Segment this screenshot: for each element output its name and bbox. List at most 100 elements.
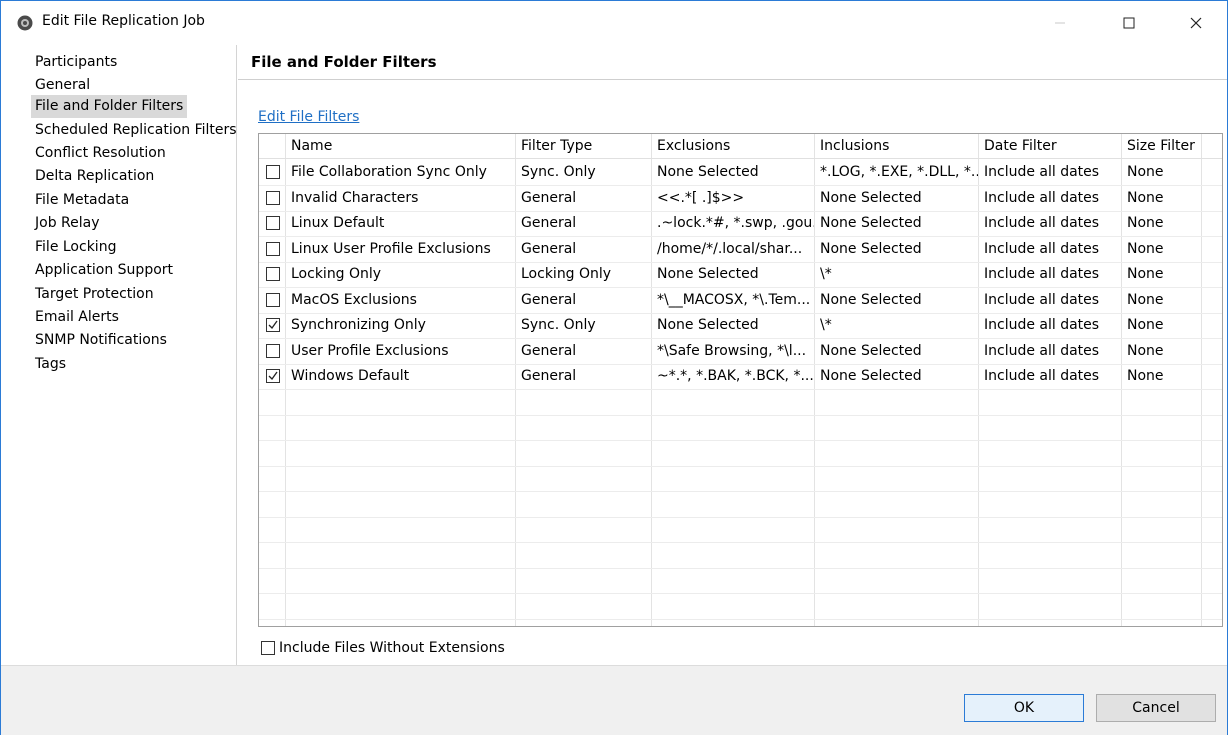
column-header-filter-type[interactable]: Filter Type [515, 134, 592, 159]
row-divider [259, 236, 1222, 237]
cell-exclusions: ~*.*, *.BAK, *.BCK, *.... [657, 368, 814, 384]
row-checkbox[interactable] [266, 369, 280, 383]
table-row[interactable]: MacOS Exclusions General *\__MACOSX, *\.Te… [259, 288, 1222, 313]
column-header-inclusions[interactable]: Inclusions [814, 134, 889, 159]
close-button[interactable] [1173, 1, 1219, 45]
row-divider [259, 491, 1222, 492]
cell-size-filter: None [1127, 266, 1164, 282]
row-checkbox[interactable] [266, 241, 280, 256]
column-header-exclusions[interactable]: Exclusions [651, 134, 730, 159]
row-divider [259, 389, 1222, 390]
row-checkbox[interactable] [266, 318, 280, 332]
sidebar-item-file-metadata[interactable]: File Metadata [31, 189, 133, 212]
sidebar-item-scheduled-replication-filters[interactable]: Scheduled Replication Filters [31, 119, 241, 142]
row-divider [259, 440, 1222, 441]
table-row[interactable]: Linux User Profile Exclusions General/hom… [259, 237, 1222, 262]
row-divider [259, 516, 1222, 518]
checkbox-label: Include Files Without Extensions [279, 640, 505, 656]
row-divider [259, 593, 1222, 594]
cell-date-filter: Include all dates [984, 291, 1100, 308]
main-panel: File and Folder Filters Edit File Filter… [238, 45, 1227, 665]
sidebar-item-target-protection[interactable]: Target Protection [31, 283, 158, 306]
cell-date-filter: Include all dates [984, 215, 1100, 231]
cell-name: Invalid Characters [291, 189, 419, 206]
table-row[interactable]: User Profile Exclusions General *\Safe Bro… [259, 339, 1222, 364]
row-divider [259, 210, 1222, 212]
maximize-button[interactable] [1106, 1, 1152, 45]
cell-size-filter: None [1127, 240, 1164, 257]
cancel-button[interactable]: Cancel [1096, 694, 1216, 722]
table-row[interactable]: Windows Default General ~*.*, *.BAK, *.BCK… [259, 364, 1222, 389]
cell-size-filter: None [1127, 164, 1164, 180]
column-header-name[interactable]: Name [285, 134, 332, 159]
checkbox-box[interactable] [261, 641, 275, 655]
cell-name: MacOS Exclusions [291, 291, 417, 308]
sidebar-item-job-relay[interactable]: Job Relay [31, 212, 104, 235]
row-checkbox[interactable] [266, 267, 280, 281]
cell-size-filter: None [1127, 215, 1164, 231]
cell-size-filter: None [1127, 291, 1164, 308]
table-row[interactable]: Invalid Characters General <<.*[ .]$>> None… [259, 186, 1222, 211]
cell-exclusions: None Selected [657, 317, 759, 333]
checkmark-icon [268, 371, 278, 381]
cell-date-filter: Include all dates [984, 189, 1100, 206]
cell-filter-type: Sync. Only [521, 317, 596, 333]
cell-date-filter: Include all dates [984, 266, 1100, 282]
cell-date-filter: Include all dates [984, 240, 1100, 257]
minimize-button[interactable] [1037, 1, 1083, 45]
cell-filter-type: General [521, 215, 577, 231]
column-header-date-filter[interactable]: Date Filter [978, 134, 1057, 159]
cell-exclusions: None Selected [657, 164, 759, 180]
table-row[interactable]: File Collaboration Sync Only Sync. Only No… [259, 160, 1222, 185]
table-row[interactable]: Linux Default General .~lock.*#, *.swp, .g… [259, 211, 1222, 236]
table-row[interactable]: Locking Only Locking Only None Selected \* I… [259, 262, 1222, 287]
sidebar-item-email-alerts[interactable]: Email Alerts [31, 306, 123, 329]
sidebar-item-file-and-folder-filters[interactable]: File and Folder Filters [31, 95, 188, 118]
column-header-size-filter[interactable]: Size Filter [1121, 134, 1195, 159]
cell-name: Locking Only [291, 266, 382, 282]
row-divider [259, 542, 1222, 543]
sidebar-item-snmp-notifications[interactable]: SNMP Notifications [31, 329, 171, 352]
sidebar-item-conflict-resolution[interactable]: Conflict Resolution [31, 142, 170, 165]
sidebar-item-application-support[interactable]: Application Support [31, 259, 177, 282]
cell-filter-type: Locking Only [521, 266, 612, 282]
cell-size-filter: None [1127, 368, 1164, 384]
cell-exclusions: None Selected [657, 266, 759, 282]
cell-inclusions: None Selected [820, 368, 922, 384]
include-files-without-extensions-checkbox[interactable]: Include Files Without Extensions [261, 639, 505, 657]
maximize-icon [1123, 17, 1135, 29]
table-row[interactable]: Synchronizing Only Sync. Only None Selecte… [259, 313, 1222, 338]
row-checkbox[interactable] [266, 216, 280, 230]
cell-size-filter: None [1127, 342, 1164, 359]
cell-filter-type: General [521, 368, 577, 384]
filters-table: Name Filter Type Exclusions Inclusions D… [258, 133, 1223, 627]
cell-exclusions: *\__MACOSX, *\.Tem... [657, 291, 811, 308]
sidebar-item-file-locking[interactable]: File Locking [31, 236, 120, 259]
checkmark-icon [268, 320, 278, 330]
cell-filter-type: General [521, 189, 577, 206]
dialog-footer: OK Cancel [1, 665, 1227, 735]
cell-name: User Profile Exclusions [291, 342, 449, 359]
cell-inclusions: None Selected [820, 240, 922, 257]
row-checkbox[interactable] [266, 165, 280, 179]
sidebar-item-tags[interactable]: Tags [31, 353, 70, 376]
ok-button[interactable]: OK [964, 694, 1084, 722]
close-icon [1190, 17, 1202, 29]
cell-filter-type: General [521, 291, 577, 308]
minimize-icon [1055, 22, 1065, 24]
sidebar-item-participants[interactable]: Participants [31, 51, 121, 74]
row-checkbox[interactable] [266, 343, 280, 358]
sidebar-item-general[interactable]: General [31, 74, 94, 97]
dialog-window: Edit File Replication Job Participants G… [0, 0, 1228, 735]
app-logo-icon [17, 15, 33, 31]
cell-inclusions: \* [820, 266, 832, 282]
cell-inclusions: \* [820, 317, 832, 333]
cell-inclusions: None Selected [820, 215, 922, 231]
sidebar-item-delta-replication[interactable]: Delta Replication [31, 165, 158, 188]
cell-exclusions: <<.*[ .]$>> [657, 189, 745, 206]
row-checkbox[interactable] [266, 190, 280, 205]
cell-filter-type: General [521, 240, 577, 257]
edit-file-filters-link[interactable]: Edit File Filters [258, 109, 359, 125]
row-checkbox[interactable] [266, 292, 280, 307]
window-title: Edit File Replication Job [42, 13, 205, 29]
